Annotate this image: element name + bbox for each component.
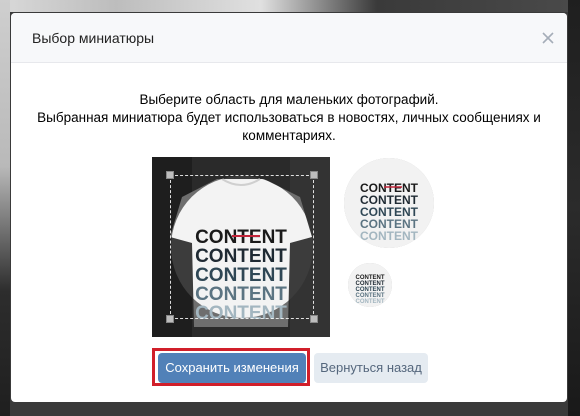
crop-handle-top-left[interactable] — [166, 171, 174, 179]
crop-selection-frame[interactable] — [170, 175, 314, 319]
thumbnail-preview-large: CONTENT CONTENT CONTENT CONTENT CONTENT — [344, 158, 434, 248]
preview-small-text-5: CONTENT — [356, 299, 385, 305]
instructions-line-3: комментариях. — [242, 128, 336, 143]
backdrop-top — [0, 0, 580, 12]
backdrop-right — [568, 0, 580, 416]
crop-handle-bottom-right[interactable] — [310, 315, 318, 323]
close-button[interactable] — [539, 29, 557, 47]
instructions: Выберите область для маленьких фотографи… — [11, 91, 567, 145]
instructions-line-2: Выбранная миниатюра будет использоваться… — [37, 110, 541, 125]
crop-handle-bottom-left[interactable] — [166, 315, 174, 323]
crop-handle-top-right[interactable] — [310, 171, 318, 179]
modal-title: Выбор миниатюры — [32, 30, 155, 46]
save-changes-button[interactable]: Сохранить изменения — [158, 353, 306, 383]
preview-large-text-5: CONTENT — [360, 229, 419, 243]
backdrop-left — [0, 0, 10, 416]
instructions-line-1: Выберите область для маленьких фотографи… — [139, 92, 439, 107]
close-icon — [542, 32, 554, 44]
thumbnail-preview-small: CONTENT CONTENT CONTENT CONTENT CONTENT — [348, 263, 392, 307]
go-back-button[interactable]: Вернуться назад — [314, 353, 428, 383]
thumbnail-modal: Выбор миниатюры Выберите область для мал… — [11, 13, 567, 402]
crop-area[interactable]: CONTENT CONTENT CONTENT CONTENT CONTENT — [152, 157, 330, 337]
modal-header: Выбор миниатюры — [11, 13, 567, 63]
